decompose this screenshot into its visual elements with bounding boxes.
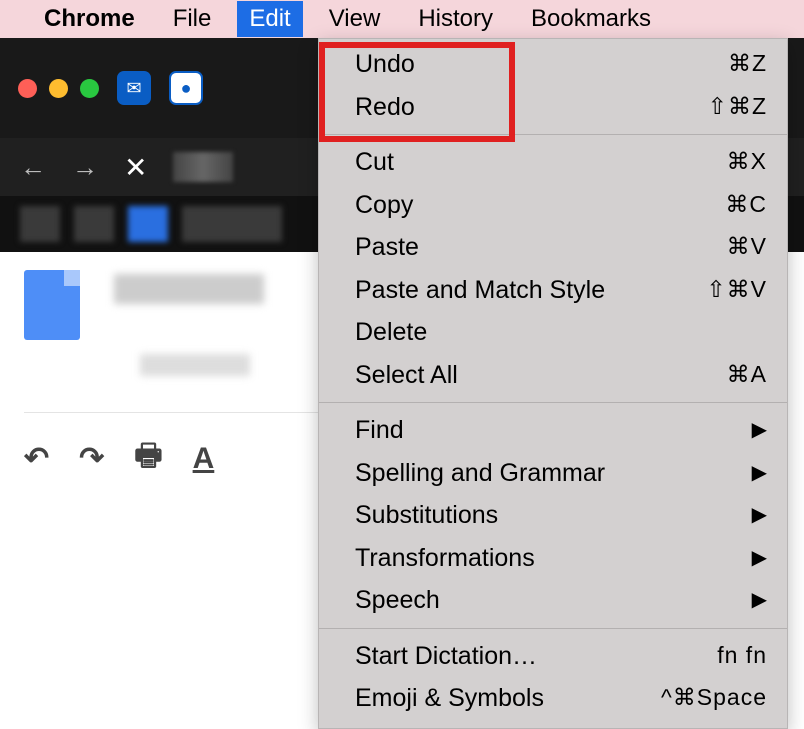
submenu-arrow-icon: ▶ bbox=[752, 502, 767, 528]
bookmark-item-redacted[interactable] bbox=[128, 206, 168, 242]
menu-item-label: Substitutions bbox=[355, 499, 752, 532]
print-icon[interactable]: 🖶 bbox=[134, 433, 162, 484]
undo-icon[interactable]: ↶ bbox=[24, 441, 49, 476]
shortcut-text: ⌘A bbox=[727, 360, 767, 390]
window-close-button[interactable] bbox=[18, 79, 37, 98]
document-subtitle-redacted bbox=[140, 354, 250, 376]
window-minimize-button[interactable] bbox=[49, 79, 68, 98]
menu-item-select-all[interactable]: Select All ⌘A bbox=[319, 354, 787, 397]
menu-item-label: Delete bbox=[355, 316, 767, 349]
redo-icon[interactable]: ↷ bbox=[79, 441, 104, 476]
shortcut-text: ⇧⌘Z bbox=[708, 92, 767, 122]
menu-item-delete[interactable]: Delete bbox=[319, 311, 787, 354]
submenu-arrow-icon: ▶ bbox=[752, 545, 767, 571]
spellcheck-icon[interactable]: A bbox=[193, 442, 215, 476]
menu-item-label: Transformations bbox=[355, 542, 752, 575]
bookmark-item-redacted[interactable] bbox=[74, 206, 114, 242]
menubar-history[interactable]: History bbox=[406, 1, 505, 37]
tab-title-redacted bbox=[173, 152, 233, 182]
menu-item-emoji-symbols[interactable]: Emoji & Symbols ^⌘Space bbox=[319, 677, 787, 720]
menubar-edit[interactable]: Edit bbox=[237, 1, 302, 37]
menu-item-spelling[interactable]: Spelling and Grammar ▶ bbox=[319, 452, 787, 495]
menu-item-label: Copy bbox=[355, 189, 725, 222]
submenu-arrow-icon: ▶ bbox=[752, 417, 767, 443]
window-controls bbox=[18, 79, 99, 98]
menu-item-copy[interactable]: Copy ⌘C bbox=[319, 184, 787, 227]
document-title-redacted bbox=[114, 274, 264, 304]
menu-item-label: Cut bbox=[355, 146, 727, 179]
shortcut-text: ⌘Z bbox=[728, 49, 767, 79]
nav-forward-icon[interactable]: → bbox=[72, 152, 98, 183]
edit-menu-dropdown: Undo ⌘Z Redo ⇧⌘Z Cut ⌘X Copy ⌘C Paste ⌘V… bbox=[318, 38, 788, 729]
menu-item-find[interactable]: Find ▶ bbox=[319, 409, 787, 452]
outlook-icon[interactable]: ✉ bbox=[117, 71, 151, 105]
shortcut-text: ⌘C bbox=[725, 190, 767, 220]
menu-item-cut[interactable]: Cut ⌘X bbox=[319, 141, 787, 184]
menu-separator bbox=[319, 402, 787, 403]
menu-item-label: Speech bbox=[355, 584, 752, 617]
menu-item-start-dictation[interactable]: Start Dictation… fn fn bbox=[319, 635, 787, 678]
menu-item-label: Redo bbox=[355, 91, 708, 124]
submenu-arrow-icon: ▶ bbox=[752, 587, 767, 613]
menu-item-label: Paste and Match Style bbox=[355, 274, 706, 307]
menu-item-paste[interactable]: Paste ⌘V bbox=[319, 226, 787, 269]
bookmark-item-redacted[interactable] bbox=[182, 206, 282, 242]
menubar-file[interactable]: File bbox=[161, 1, 224, 37]
submenu-arrow-icon: ▶ bbox=[752, 460, 767, 486]
menu-item-paste-match-style[interactable]: Paste and Match Style ⇧⌘V bbox=[319, 269, 787, 312]
menubar-bookmarks[interactable]: Bookmarks bbox=[519, 1, 663, 37]
menu-item-label: Undo bbox=[355, 48, 728, 81]
menu-item-label: Paste bbox=[355, 231, 727, 264]
menubar-view[interactable]: View bbox=[317, 1, 393, 37]
menu-item-redo[interactable]: Redo ⇧⌘Z bbox=[319, 86, 787, 129]
shortcut-text: ⌘V bbox=[727, 232, 767, 262]
menu-item-label: Select All bbox=[355, 359, 727, 392]
shortcut-text: ⌘X bbox=[727, 147, 767, 177]
nav-back-icon[interactable]: ← bbox=[20, 152, 46, 183]
menu-item-undo[interactable]: Undo ⌘Z bbox=[319, 43, 787, 86]
menubar-app-name[interactable]: Chrome bbox=[32, 1, 147, 37]
bookmark-item-redacted[interactable] bbox=[20, 206, 60, 242]
shortcut-text: fn fn bbox=[717, 641, 767, 671]
shortcut-text: ⇧⌘V bbox=[706, 275, 767, 305]
system-menubar: Chrome File Edit View History Bookmarks bbox=[0, 0, 804, 38]
chat-icon[interactable]: ● bbox=[169, 71, 203, 105]
menu-separator bbox=[319, 134, 787, 135]
menu-item-transformations[interactable]: Transformations ▶ bbox=[319, 537, 787, 580]
menu-item-label: Start Dictation… bbox=[355, 640, 717, 673]
menu-item-label: Spelling and Grammar bbox=[355, 457, 752, 490]
tab-close-icon[interactable]: ✕ bbox=[124, 151, 147, 184]
window-zoom-button[interactable] bbox=[80, 79, 99, 98]
menu-separator bbox=[319, 628, 787, 629]
menu-item-speech[interactable]: Speech ▶ bbox=[319, 579, 787, 622]
menu-item-label: Find bbox=[355, 414, 752, 447]
menu-item-substitutions[interactable]: Substitutions ▶ bbox=[319, 494, 787, 537]
shortcut-text: ^⌘Space bbox=[661, 683, 767, 713]
menu-item-label: Emoji & Symbols bbox=[355, 682, 661, 715]
google-doc-icon[interactable] bbox=[24, 270, 80, 340]
